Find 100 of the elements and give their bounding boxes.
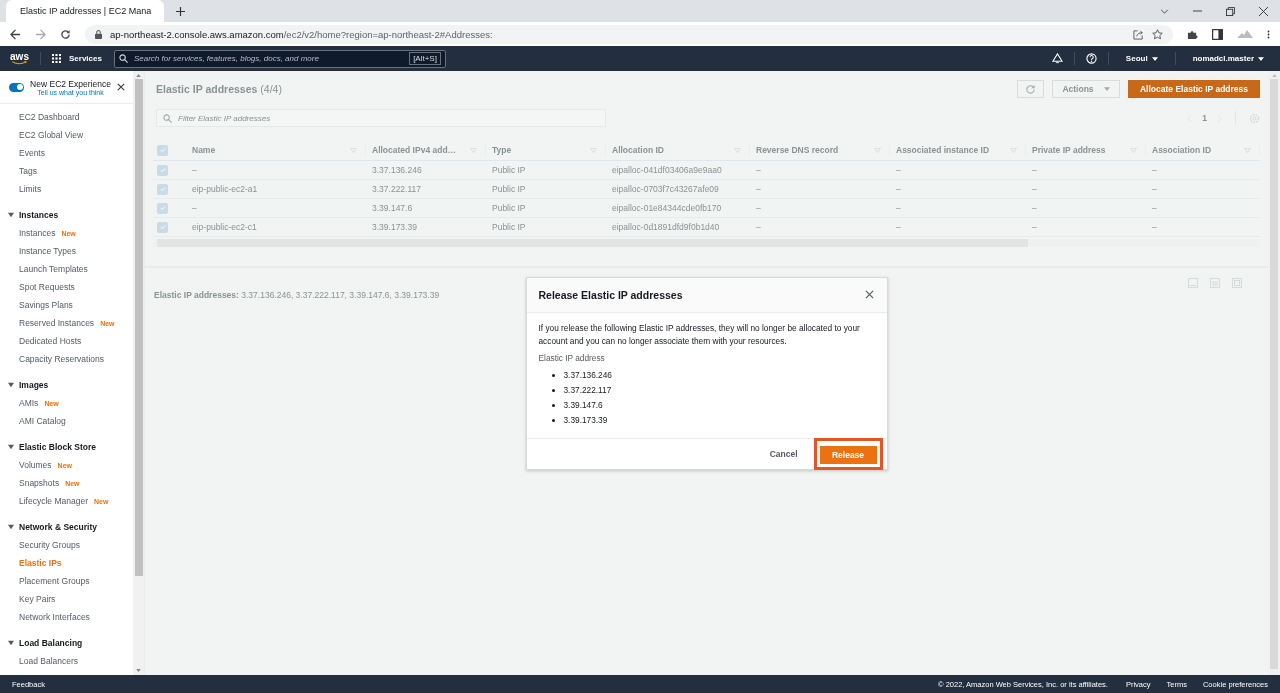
list-label: Elastic IP address — [538, 352, 606, 363]
close-icon[interactable] — [117, 83, 125, 91]
nav-link[interactable]: Savings Plans — [19, 300, 73, 310]
nav-link[interactable]: Limits — [19, 184, 42, 194]
sort-icon[interactable] — [470, 147, 477, 153]
star-icon[interactable] — [1152, 28, 1163, 40]
grid-icon[interactable] — [52, 54, 61, 63]
select-all-checkbox[interactable] — [157, 144, 168, 156]
dialog-message: If you release the following Elastic IP addresses, they will no longer be allocated to your account and you can no longer associate them with your resources. — [538, 321, 861, 348]
nav-link[interactable]: Events — [19, 148, 45, 158]
ip-address: 3.37.136.246 — [563, 370, 612, 380]
search-input[interactable]: Search for services, features, blogs, docs, and more — [133, 54, 404, 63]
nav-link[interactable]: Placement Groups — [19, 576, 90, 586]
reload-icon[interactable] — [60, 28, 71, 40]
services-menu[interactable]: Services — [69, 54, 102, 63]
section-heading[interactable]: Elastic Block Store — [0, 438, 133, 456]
account-menu[interactable]: nomadcl.master — [1186, 54, 1270, 63]
sort-icon[interactable] — [874, 147, 881, 153]
scrollbar[interactable] — [133, 71, 144, 675]
scroll-down-icon[interactable] — [136, 669, 141, 672]
section-heading[interactable]: Network & Security — [0, 518, 133, 536]
nav-link[interactable]: Reserved Instances — [19, 318, 95, 328]
forward-icon[interactable] — [35, 28, 46, 40]
allocate-button[interactable]: Allocate Elastic IP address — [1128, 80, 1260, 98]
section-heading[interactable]: Images — [0, 376, 133, 394]
row-checkbox[interactable] — [157, 183, 168, 195]
nav-link[interactable]: Security Groups — [19, 540, 80, 550]
panel-full-icon[interactable] — [1232, 278, 1242, 288]
table-cell: – — [896, 203, 901, 213]
nav-link[interactable]: Load Balancers — [19, 656, 79, 666]
help-icon[interactable] — [1085, 53, 1097, 64]
nav-link[interactable]: Lifecycle Manager — [19, 496, 88, 506]
sort-icon[interactable] — [1130, 147, 1137, 153]
sort-icon[interactable] — [590, 147, 597, 153]
nav-link[interactable]: Tags — [19, 166, 37, 176]
nav-link[interactable]: Volumes — [19, 460, 52, 470]
caret-icon[interactable] — [1151, 56, 1158, 61]
section-heading[interactable]: Load Balancing — [0, 634, 133, 652]
nav-link[interactable]: Key Pairs — [19, 594, 56, 604]
table-cell: – — [896, 222, 901, 232]
refresh-button[interactable] — [1017, 80, 1044, 98]
section-heading[interactable]: Instances — [0, 206, 133, 224]
puzzle-icon[interactable] — [1187, 28, 1198, 40]
caret-icon[interactable] — [1258, 56, 1264, 61]
close-icon[interactable] — [1259, 6, 1268, 16]
bell-icon[interactable] — [1051, 53, 1063, 64]
nav-link[interactable]: Snapshots — [19, 478, 60, 488]
scroll-up-icon[interactable] — [136, 74, 141, 77]
nav-link[interactable]: AMIs — [19, 398, 39, 408]
toggle-switch[interactable] — [9, 82, 24, 92]
close-icon[interactable] — [864, 290, 874, 299]
side-panel-icon[interactable] — [1212, 28, 1223, 40]
caret-icon[interactable] — [8, 640, 14, 646]
scroll-up-icon[interactable] — [1271, 74, 1277, 77]
browser-tab[interactable]: Elastic IP addresses | EC2 Mana — [6, 0, 164, 22]
caret-icon[interactable] — [8, 382, 14, 388]
caret-icon[interactable] — [8, 524, 14, 530]
back-icon[interactable] — [10, 28, 21, 40]
menu-icon[interactable] — [1267, 28, 1270, 40]
nav-link[interactable]: Network Interfaces — [19, 612, 90, 622]
aws-logo[interactable]: aws — [10, 52, 29, 65]
nav-link[interactable]: Dedicated Hosts — [19, 336, 82, 346]
sort-icon[interactable] — [350, 147, 357, 153]
row-checkbox[interactable] — [157, 164, 168, 176]
nav-link[interactable]: EC2 Global View — [19, 130, 84, 140]
nav-link[interactable]: Launch Templates — [19, 264, 88, 274]
region-menu[interactable]: Seoul — [1119, 54, 1164, 63]
table-cell: – — [1152, 165, 1157, 175]
restore-icon[interactable] — [1226, 6, 1235, 16]
panel-side-icon[interactable] — [1210, 278, 1220, 288]
nav-link[interactable]: AMI Catalog — [19, 416, 66, 426]
new-tab-icon[interactable] — [176, 7, 185, 16]
row-checkbox[interactable] — [157, 202, 168, 214]
filter-field[interactable]: Filter Elastic IP addresses — [156, 109, 606, 127]
nav-link[interactable]: Instance Types — [19, 246, 77, 256]
table-cell: 3.39.173.39 — [372, 222, 417, 232]
nav-link[interactable]: Capacity Reservations — [19, 354, 105, 364]
cancel-button[interactable]: Cancel — [763, 444, 804, 463]
caret-icon[interactable] — [8, 212, 14, 218]
nav-link[interactable]: EC2 Dashboard — [19, 112, 80, 122]
share-icon[interactable] — [1133, 28, 1144, 40]
caret-icon[interactable] — [8, 444, 14, 450]
sort-icon[interactable] — [734, 147, 741, 153]
sort-icon[interactable] — [1010, 147, 1017, 153]
table-cell: Public IP — [492, 203, 526, 213]
refresh-icon[interactable] — [1025, 83, 1036, 95]
row-checkbox[interactable] — [157, 221, 168, 233]
filter-input[interactable]: Filter Elastic IP addresses — [178, 113, 599, 123]
url-text: ap-northeast-2.console.aws.amazon.com/ec2/v2/home?region=ap-northeast-2#Addresses: — [110, 28, 493, 40]
panel-bottom-icon[interactable] — [1188, 278, 1198, 288]
search-field[interactable]: Search for services, features, blogs, docs, and more [Alt+S] — [113, 49, 446, 68]
ip-address: 3.39.147.6 — [563, 400, 603, 410]
chevron-down-icon[interactable] — [1160, 8, 1169, 14]
address-bar[interactable]: ap-northeast-2.console.aws.amazon.com/ec2/v2/home?region=ap-northeast-2#Addresses: — [85, 24, 1173, 44]
settings-icon[interactable] — [1249, 112, 1260, 124]
nav-link[interactable]: Spot Requests — [19, 282, 75, 292]
table-cell: Public IP — [492, 165, 526, 175]
sort-icon[interactable] — [1244, 147, 1251, 153]
table-cell: – — [756, 184, 761, 194]
nav-link[interactable]: Instances — [19, 228, 56, 238]
